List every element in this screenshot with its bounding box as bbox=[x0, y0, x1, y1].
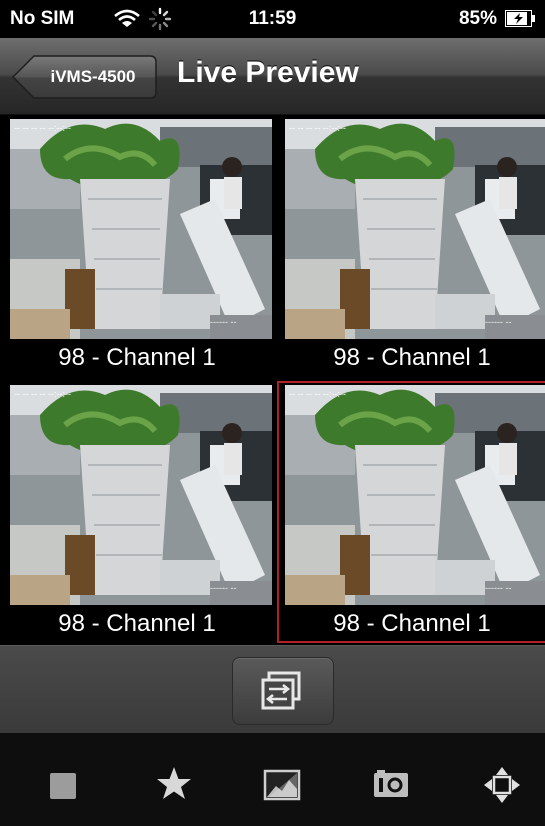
svg-text:-- -- -- -- --:--:--: -- -- -- -- --:--:-- bbox=[14, 123, 71, 133]
svg-text:-- -- -- -- --:--:--: -- -- -- -- --:--:-- bbox=[289, 389, 346, 399]
camera-feed: -- -- -- -- --:--:-- ------ -- bbox=[285, 385, 545, 605]
svg-text:------ --: ------ -- bbox=[485, 583, 511, 593]
camera-feed: -- -- -- -- --:--:-- ------ -- bbox=[10, 385, 272, 605]
back-button[interactable]: iVMS-4500 bbox=[12, 55, 157, 99]
video-tile-4[interactable]: -- -- -- -- --:--:-- ------ -- 98 - Chan… bbox=[277, 381, 545, 643]
svg-text:------ --: ------ -- bbox=[210, 317, 236, 327]
battery-percent: 85% bbox=[458, 8, 497, 29]
channel-caption: 98 - Channel 1 bbox=[58, 344, 216, 371]
capture-camera-icon bbox=[374, 770, 408, 797]
svg-text:------ --: ------ -- bbox=[210, 583, 236, 593]
svg-text:-- -- -- -- --:--:--: -- -- -- -- --:--:-- bbox=[14, 389, 71, 399]
stop-button[interactable] bbox=[42, 753, 102, 813]
favorite-button[interactable] bbox=[148, 753, 208, 813]
status-bar: No SIM 11:59 85% bbox=[0, 0, 545, 38]
video-tile-2[interactable]: -- -- -- -- --:--:-- ------ -- 98 - Chan… bbox=[277, 115, 545, 377]
image-quality-button[interactable] bbox=[256, 753, 316, 813]
nav-bar: iVMS-4500 Live Preview bbox=[0, 38, 545, 115]
channel-caption: 98 - Channel 1 bbox=[333, 610, 491, 637]
video-tile-1[interactable]: -- -- -- -- --:--:-- ------ -- 98 - Chan… bbox=[2, 115, 272, 377]
favorite-star-icon bbox=[157, 767, 191, 799]
channel-caption: 98 - Channel 1 bbox=[58, 610, 216, 637]
battery-charging-icon bbox=[505, 10, 535, 27]
video-tile-3[interactable]: -- -- -- -- --:--:-- ------ -- 98 - Chan… bbox=[2, 381, 272, 643]
camera-feed: -- -- -- -- --:--:-- ------ -- bbox=[285, 119, 545, 339]
window-switch-bar bbox=[0, 645, 545, 734]
ptz-direction-icon bbox=[484, 767, 520, 803]
capture-button[interactable] bbox=[368, 753, 428, 813]
tool-bar bbox=[0, 733, 545, 826]
stop-icon bbox=[50, 773, 76, 799]
video-grid: -- -- -- -- --:--:-- ------ -- 98 - Chan… bbox=[0, 115, 545, 645]
window-switch-button[interactable] bbox=[232, 657, 334, 725]
back-button-label: iVMS-4500 bbox=[50, 67, 136, 86]
svg-text:------ --: ------ -- bbox=[485, 317, 511, 327]
channel-caption: 98 - Channel 1 bbox=[333, 344, 491, 371]
ptz-button[interactable] bbox=[478, 753, 538, 813]
camera-feed: -- -- -- -- --:--:-- ------ -- bbox=[10, 119, 272, 339]
page-title: Live Preview bbox=[177, 56, 359, 89]
svg-text:-- -- -- -- --:--:--: -- -- -- -- --:--:-- bbox=[289, 123, 346, 133]
image-quality-icon bbox=[263, 769, 301, 801]
window-switch-icon bbox=[261, 671, 301, 710]
